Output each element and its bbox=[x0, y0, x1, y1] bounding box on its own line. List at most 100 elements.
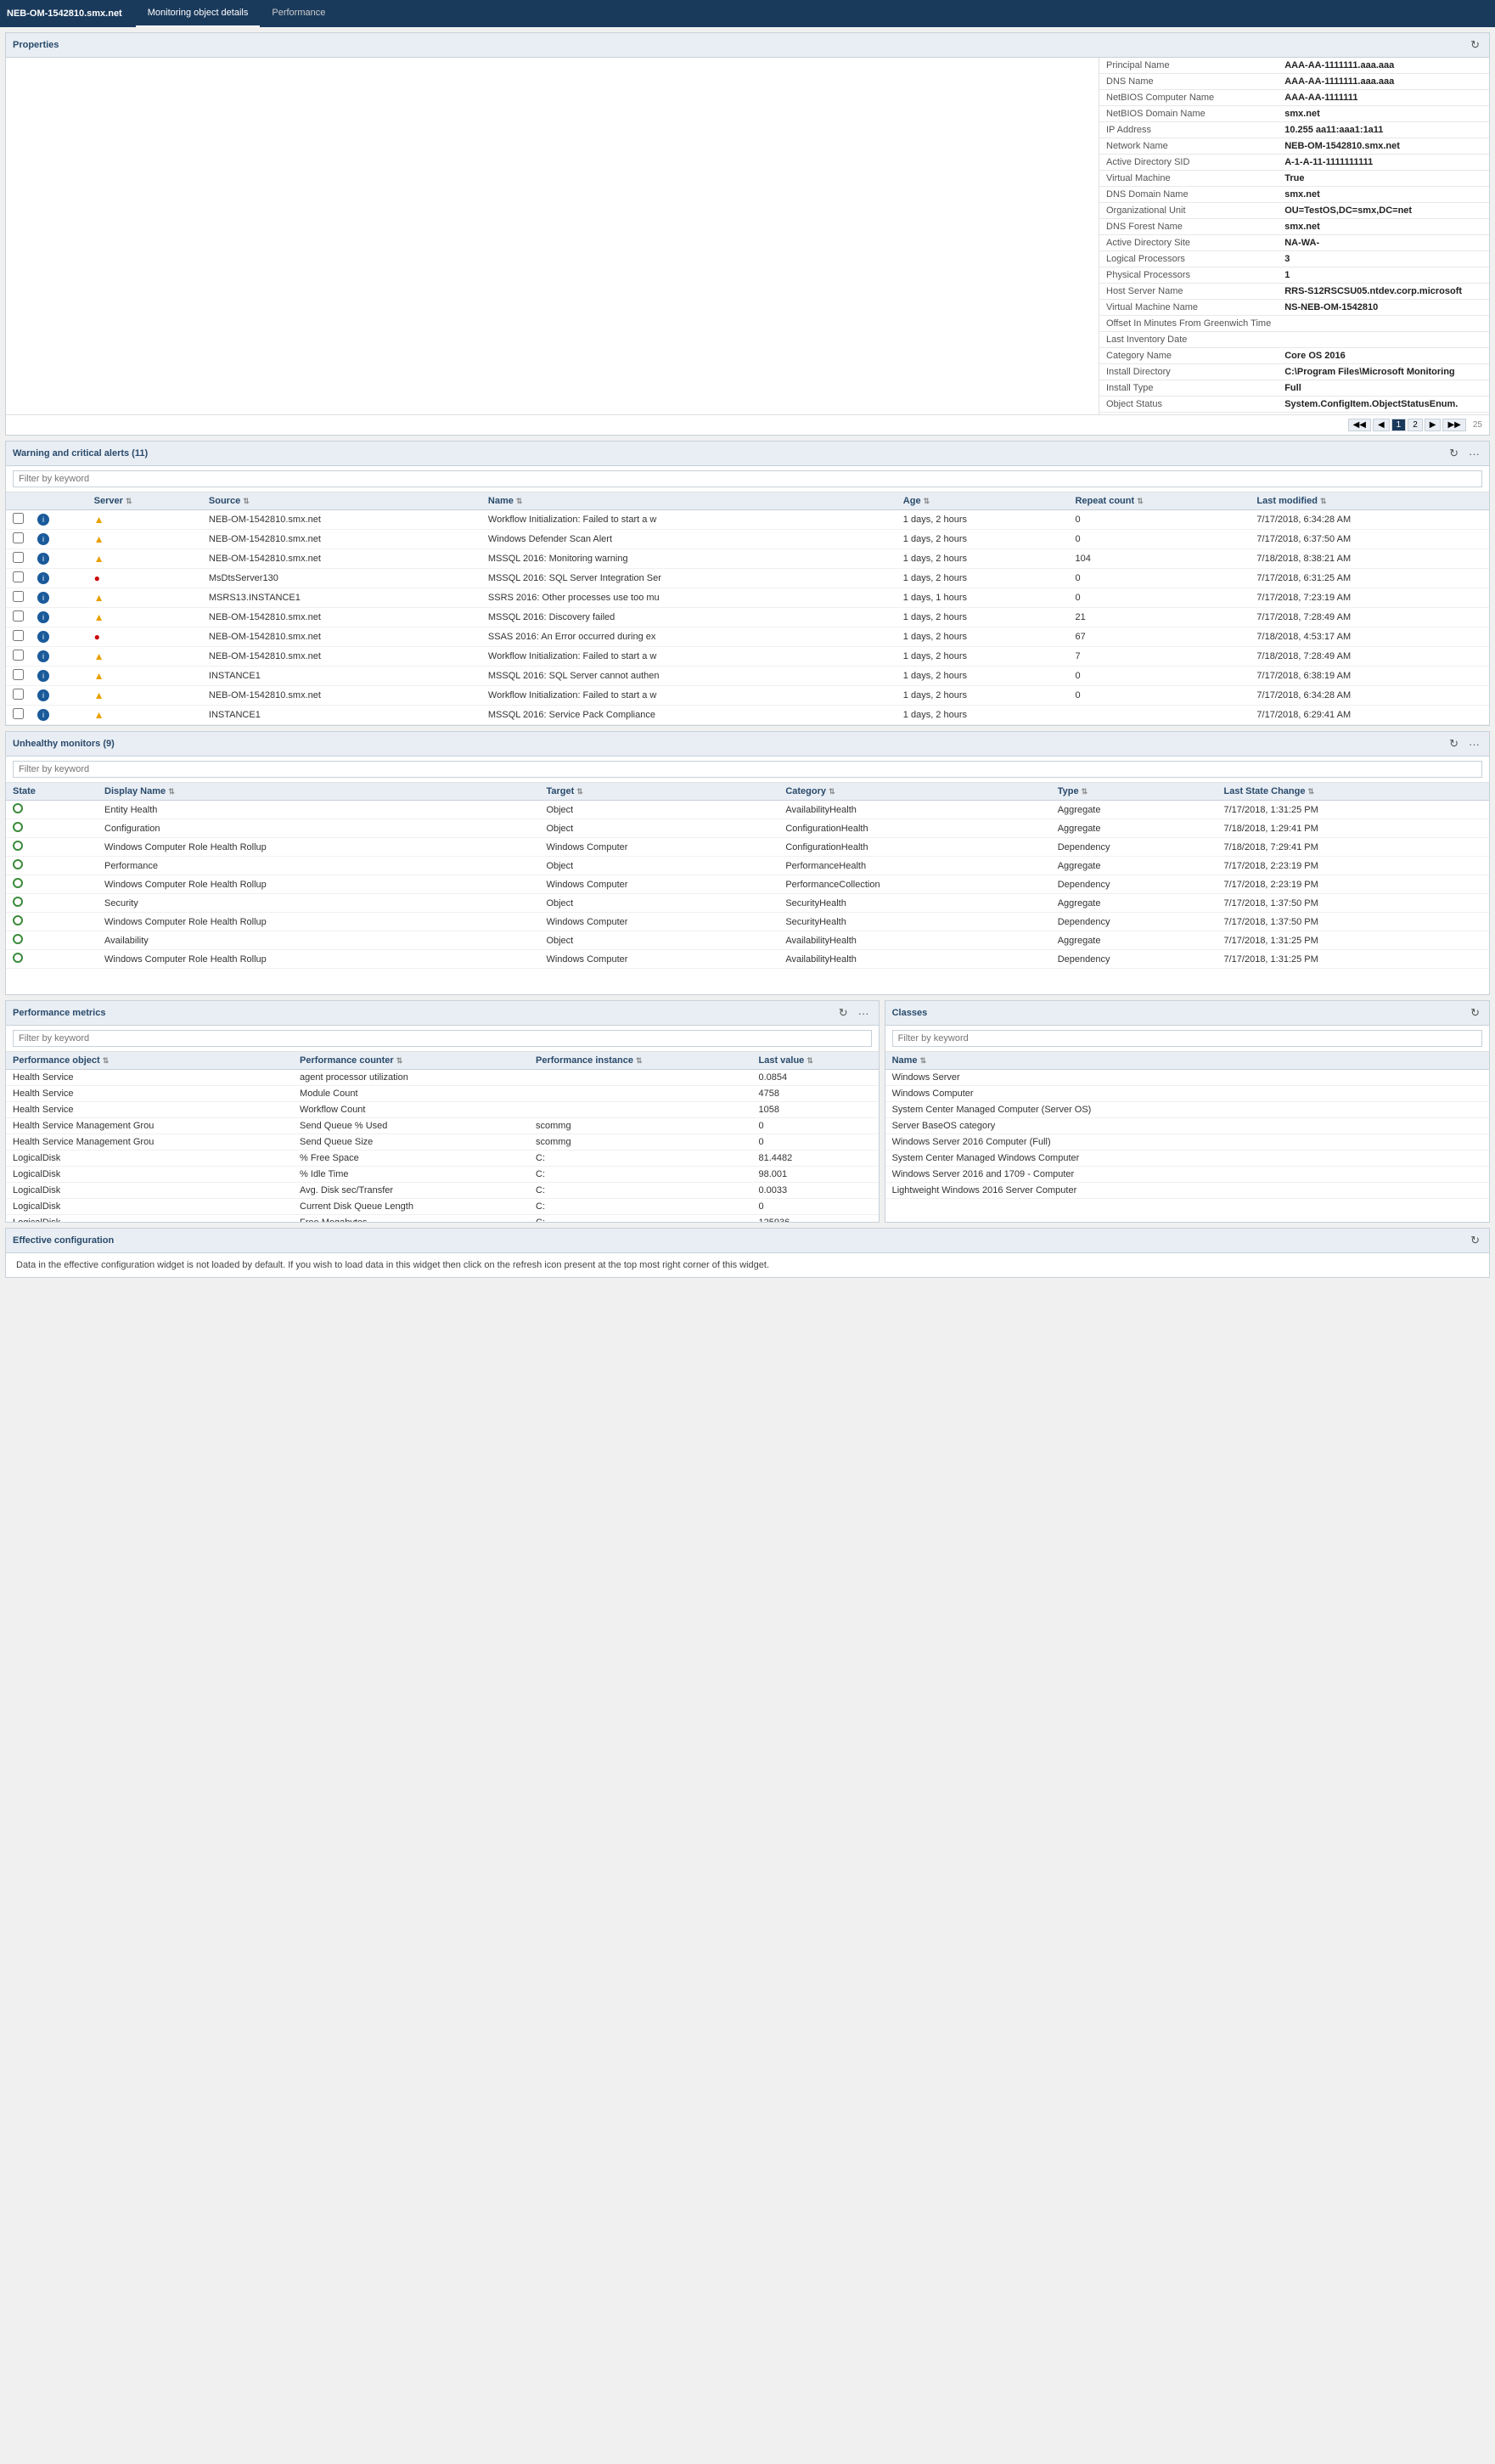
alert-age: 1 days, 2 hours bbox=[896, 686, 1069, 706]
alerts-col-modified[interactable]: Last modified ⇅ bbox=[1250, 492, 1489, 510]
classes-col-name[interactable]: Name ⇅ bbox=[885, 1052, 1489, 1070]
property-key: Virtual Machine bbox=[1099, 171, 1278, 187]
alerts-col-source[interactable]: Source ⇅ bbox=[202, 492, 481, 510]
unhealthy-col-type[interactable]: Type ⇅ bbox=[1051, 783, 1217, 801]
alert-checkbox[interactable] bbox=[13, 513, 24, 524]
alert-checkbox[interactable] bbox=[13, 610, 24, 622]
unhealthy-row[interactable]: Performance Object PerformanceHealth Agg… bbox=[6, 857, 1489, 875]
perf-row[interactable]: Health Service agent processor utilizati… bbox=[6, 1070, 879, 1086]
unhealthy-menu-button[interactable]: ··· bbox=[1466, 737, 1482, 751]
alert-row[interactable]: i ● MsDtsServer130 MSSQL 2016: SQL Serve… bbox=[6, 569, 1489, 588]
info-icon[interactable]: i bbox=[37, 553, 49, 565]
unhealthy-col-target[interactable]: Target ⇅ bbox=[539, 783, 778, 801]
perf-col-value[interactable]: Last value ⇅ bbox=[751, 1052, 878, 1070]
alerts-refresh-button[interactable]: ↻ bbox=[1447, 446, 1461, 461]
alert-row[interactable]: i ▲ INSTANCE1 MSSQL 2016: Service Pack C… bbox=[6, 706, 1489, 725]
unhealthy-row[interactable]: Availability Object AvailabilityHealth A… bbox=[6, 931, 1489, 950]
info-icon[interactable]: i bbox=[37, 689, 49, 701]
info-icon[interactable]: i bbox=[37, 709, 49, 721]
info-icon[interactable]: i bbox=[37, 650, 49, 662]
info-icon[interactable]: i bbox=[37, 533, 49, 545]
perf-row[interactable]: Health Service Module Count 4758 bbox=[6, 1086, 879, 1102]
unhealthy-row[interactable]: Windows Computer Role Health Rollup Wind… bbox=[6, 838, 1489, 857]
unhealthy-row[interactable]: Configuration Object ConfigurationHealth… bbox=[6, 819, 1489, 838]
info-icon[interactable]: i bbox=[37, 631, 49, 643]
unhealthy-row[interactable]: Windows Computer Role Health Rollup Wind… bbox=[6, 950, 1489, 969]
page-last-button[interactable]: ▶▶ bbox=[1442, 419, 1465, 431]
class-row[interactable]: System Center Managed Computer (Server O… bbox=[885, 1102, 1489, 1118]
alert-row[interactable]: i ● NEB-OM-1542810.smx.net SSAS 2016: An… bbox=[6, 627, 1489, 647]
perf-row[interactable]: LogicalDisk % Idle Time C: 98.001 bbox=[6, 1167, 879, 1183]
performance-menu-button[interactable]: ··· bbox=[856, 1006, 872, 1021]
class-row[interactable]: System Center Managed Windows Computer bbox=[885, 1150, 1489, 1167]
unhealthy-row[interactable]: Entity Health Object AvailabilityHealth … bbox=[6, 801, 1489, 819]
perf-row[interactable]: LogicalDisk Current Disk Queue Length C:… bbox=[6, 1199, 879, 1215]
class-row[interactable]: Server BaseOS category bbox=[885, 1118, 1489, 1134]
class-row[interactable]: Windows Server bbox=[885, 1070, 1489, 1086]
alert-row[interactable]: i ▲ NEB-OM-1542810.smx.net Workflow Init… bbox=[6, 510, 1489, 530]
classes-refresh-button[interactable]: ↻ bbox=[1468, 1005, 1482, 1021]
perf-row[interactable]: Health Service Management Grou Send Queu… bbox=[6, 1118, 879, 1134]
info-icon[interactable]: i bbox=[37, 670, 49, 682]
page-next-button[interactable]: ▶ bbox=[1425, 419, 1442, 431]
alerts-col-age[interactable]: Age ⇅ bbox=[896, 492, 1069, 510]
perf-col-counter[interactable]: Performance counter ⇅ bbox=[293, 1052, 529, 1070]
unhealthy-col-category[interactable]: Category ⇅ bbox=[778, 783, 1050, 801]
alerts-menu-button[interactable]: ··· bbox=[1466, 447, 1482, 461]
unhealthy-filter-input[interactable] bbox=[13, 761, 1482, 778]
alert-checkbox[interactable] bbox=[13, 708, 24, 719]
class-row[interactable]: Windows Server 2016 Computer (Full) bbox=[885, 1134, 1489, 1150]
effective-config-refresh-button[interactable]: ↻ bbox=[1468, 1233, 1482, 1248]
tab-monitoring-object-details[interactable]: Monitoring object details bbox=[136, 0, 261, 27]
alert-row[interactable]: i ▲ NEB-OM-1542810.smx.net Workflow Init… bbox=[6, 647, 1489, 667]
perf-row[interactable]: LogicalDisk Avg. Disk sec/Transfer C: 0.… bbox=[6, 1183, 879, 1199]
alert-checkbox[interactable] bbox=[13, 571, 24, 582]
alerts-col-name[interactable]: Name ⇅ bbox=[481, 492, 896, 510]
performance-refresh-button[interactable]: ↻ bbox=[836, 1005, 851, 1021]
alert-row[interactable]: i ▲ MSRS13.INSTANCE1 SSRS 2016: Other pr… bbox=[6, 588, 1489, 608]
alert-checkbox[interactable] bbox=[13, 669, 24, 680]
alert-checkbox[interactable] bbox=[13, 650, 24, 661]
perf-row[interactable]: LogicalDisk % Free Space C: 81.4482 bbox=[6, 1150, 879, 1167]
alerts-col-server[interactable]: Server ⇅ bbox=[87, 492, 202, 510]
page-prev-button[interactable]: ◀ bbox=[1373, 419, 1390, 431]
alerts-filter-input[interactable] bbox=[13, 470, 1482, 487]
unhealthy-row[interactable]: Security Object SecurityHealth Aggregate… bbox=[6, 894, 1489, 913]
alert-checkbox[interactable] bbox=[13, 532, 24, 543]
performance-filter-input[interactable] bbox=[13, 1030, 872, 1047]
class-row[interactable]: Lightweight Windows 2016 Server Computer bbox=[885, 1183, 1489, 1199]
page-first-button[interactable]: ◀◀ bbox=[1348, 419, 1371, 431]
info-icon[interactable]: i bbox=[37, 572, 49, 584]
alert-row[interactable]: i ▲ NEB-OM-1542810.smx.net Windows Defen… bbox=[6, 530, 1489, 549]
alert-checkbox[interactable] bbox=[13, 552, 24, 563]
page-2-button[interactable]: 2 bbox=[1408, 419, 1423, 431]
perf-row[interactable]: Health Service Workflow Count 1058 bbox=[6, 1102, 879, 1118]
alert-row[interactable]: i ▲ NEB-OM-1542810.smx.net MSSQL 2016: D… bbox=[6, 608, 1489, 627]
unhealthy-col-last-change[interactable]: Last State Change ⇅ bbox=[1217, 783, 1490, 801]
perf-col-obj[interactable]: Performance object ⇅ bbox=[6, 1052, 293, 1070]
alert-row[interactable]: i ▲ NEB-OM-1542810.smx.net Workflow Init… bbox=[6, 686, 1489, 706]
properties-refresh-button[interactable]: ↻ bbox=[1468, 37, 1482, 53]
perf-row[interactable]: Health Service Management Grou Send Queu… bbox=[6, 1134, 879, 1150]
alert-checkbox[interactable] bbox=[13, 591, 24, 602]
alerts-col-repeat[interactable]: Repeat count ⇅ bbox=[1068, 492, 1250, 510]
unhealthy-refresh-button[interactable]: ↻ bbox=[1447, 736, 1461, 751]
unhealthy-row[interactable]: Windows Computer Role Health Rollup Wind… bbox=[6, 875, 1489, 894]
page-1-button[interactable]: 1 bbox=[1391, 419, 1407, 431]
class-row[interactable]: Windows Computer bbox=[885, 1086, 1489, 1102]
classes-filter-input[interactable] bbox=[892, 1030, 1482, 1047]
unhealthy-col-display-name[interactable]: Display Name ⇅ bbox=[98, 783, 539, 801]
alert-row[interactable]: i ▲ NEB-OM-1542810.smx.net MSSQL 2016: M… bbox=[6, 549, 1489, 569]
info-icon[interactable]: i bbox=[37, 611, 49, 623]
perf-col-instance[interactable]: Performance instance ⇅ bbox=[529, 1052, 751, 1070]
effective-config-actions: ↻ bbox=[1468, 1233, 1482, 1248]
alert-checkbox[interactable] bbox=[13, 630, 24, 641]
perf-row[interactable]: LogicalDisk Free Megabytes C: 125936 bbox=[6, 1215, 879, 1223]
unhealthy-row[interactable]: Windows Computer Role Health Rollup Wind… bbox=[6, 913, 1489, 931]
tab-performance[interactable]: Performance bbox=[260, 0, 337, 27]
alert-checkbox[interactable] bbox=[13, 689, 24, 700]
info-icon[interactable]: i bbox=[37, 592, 49, 604]
class-row[interactable]: Windows Server 2016 and 1709 - Computer bbox=[885, 1167, 1489, 1183]
info-icon[interactable]: i bbox=[37, 514, 49, 526]
alert-row[interactable]: i ▲ INSTANCE1 MSSQL 2016: SQL Server can… bbox=[6, 667, 1489, 686]
